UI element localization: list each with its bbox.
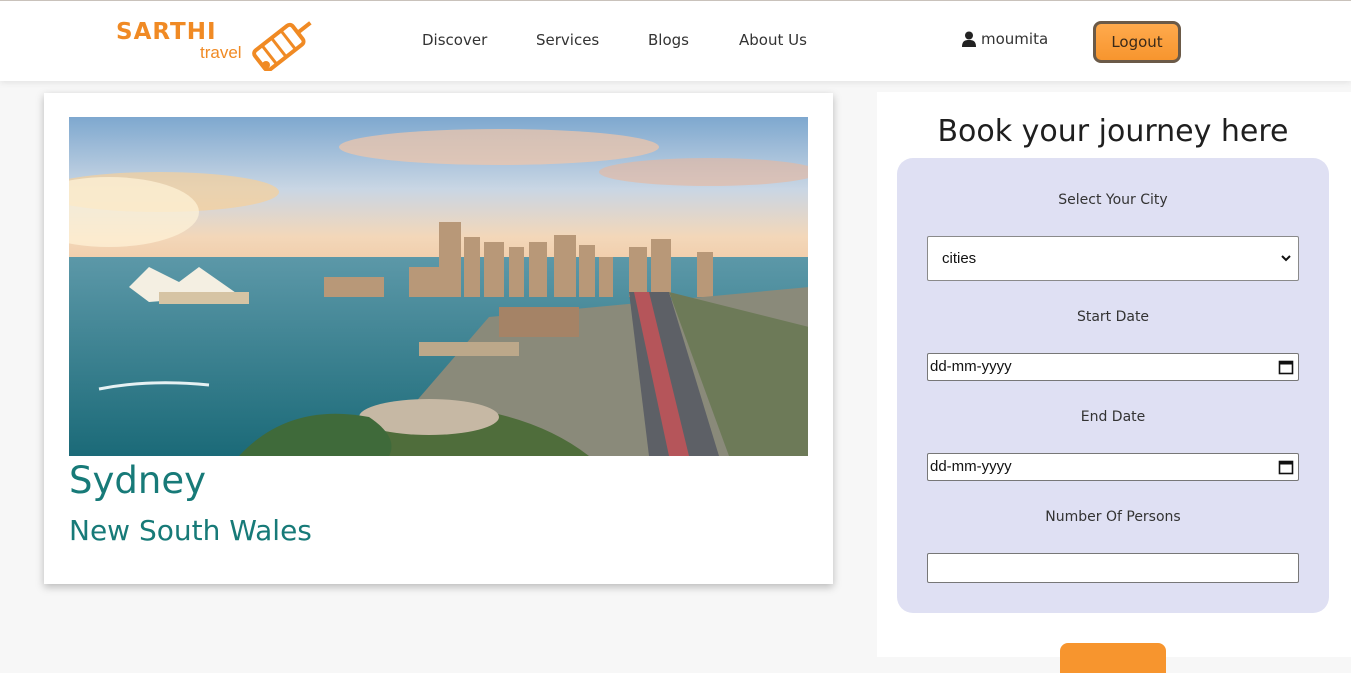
- user-profile[interactable]: moumita: [962, 30, 1048, 48]
- persons-input[interactable]: [927, 553, 1299, 583]
- sydney-harbour-photo: [69, 117, 808, 456]
- calendar-icon[interactable]: [1278, 459, 1294, 475]
- end-date-value: dd-mm-yyyy: [930, 458, 1012, 475]
- booking-title: Book your journey here: [937, 114, 1289, 149]
- end-date-label: End Date: [1080, 409, 1146, 425]
- book-button[interactable]: [1060, 643, 1166, 673]
- logo-word: SARTHI: [116, 19, 217, 45]
- booking-panel: Book your journey here Select Your City …: [877, 92, 1351, 673]
- logout-button[interactable]: Logout: [1093, 21, 1181, 63]
- region-name: New South Wales: [69, 514, 312, 547]
- destination-card: Sydney New South Wales: [44, 93, 833, 584]
- calendar-icon[interactable]: [1278, 359, 1294, 375]
- start-date-value: dd-mm-yyyy: [930, 358, 1012, 375]
- nav-discover[interactable]: Discover: [422, 31, 487, 49]
- nav-blogs[interactable]: Blogs: [648, 31, 689, 49]
- city-select-value: cities: [942, 250, 977, 267]
- top-navbar: SARTHI travel Discover Services Blogs Ab…: [0, 0, 1351, 81]
- suitcase-icon: [252, 21, 312, 71]
- start-date-input[interactable]: dd-mm-yyyy: [927, 353, 1299, 381]
- city-select-label: Select Your City: [1058, 192, 1168, 208]
- nav-services[interactable]: Services: [536, 31, 599, 49]
- end-date-input[interactable]: dd-mm-yyyy: [927, 453, 1299, 481]
- start-date-label: Start Date: [1076, 309, 1150, 325]
- city-name: Sydney: [69, 459, 206, 502]
- booking-form: Select Your City cities Start Date dd-mm…: [897, 158, 1329, 613]
- user-icon: [962, 31, 976, 47]
- chevron-down-icon: [1281, 255, 1291, 262]
- username-label: moumita: [981, 30, 1049, 48]
- city-select[interactable]: cities: [927, 236, 1299, 281]
- logo-subtext: travel: [200, 43, 242, 62]
- sarthi-travel-logo[interactable]: SARTHI travel: [116, 13, 321, 71]
- persons-label: Number Of Persons: [1045, 509, 1181, 525]
- nav-about-us[interactable]: About Us: [739, 31, 807, 49]
